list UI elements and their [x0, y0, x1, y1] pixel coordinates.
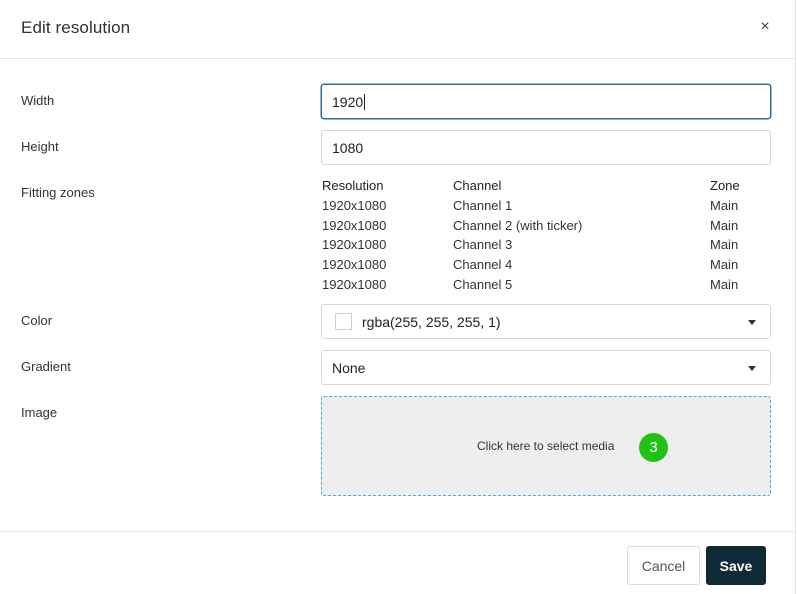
table-header-row: Resolution Channel Zone	[322, 178, 772, 198]
cell-channel: Channel 5	[453, 276, 513, 292]
cell-channel: Channel 2 (with ticker)	[453, 217, 583, 233]
table-row: 1920x1080 Channel 2 (with ticker) Main	[322, 218, 772, 238]
close-icon[interactable]: ×	[756, 16, 774, 38]
color-select[interactable]: rgba(255, 255, 255, 1)	[321, 304, 771, 339]
select-media-text: Click here to select media	[477, 439, 615, 453]
cell-resolution: 1920x1080	[322, 276, 387, 292]
fitting-zones-label: Fitting zones	[21, 185, 95, 200]
edit-resolution-dialog: Edit resolution × Width 1920 Height 1080…	[0, 0, 796, 594]
cell-resolution: 1920x1080	[322, 197, 387, 213]
cell-channel: Channel 1	[453, 197, 513, 213]
save-button[interactable]: Save	[706, 546, 766, 585]
text-caret	[364, 93, 366, 110]
fitting-zones-table: Resolution Channel Zone 1920x1080 Channe…	[322, 178, 772, 297]
cell-zone: Main	[710, 237, 739, 253]
step-badge: 3	[639, 433, 668, 462]
height-input-value: 1080	[332, 139, 364, 156]
table-row: 1920x1080 Channel 1 Main	[322, 198, 772, 218]
table-row: 1920x1080 Channel 4 Main	[322, 257, 772, 277]
width-input-value: 1920	[332, 93, 364, 110]
dialog-footer: Cancel Save	[0, 531, 796, 594]
color-swatch[interactable]	[335, 313, 352, 330]
cell-channel: Channel 3	[453, 237, 513, 253]
cell-zone: Main	[710, 276, 739, 292]
height-label: Height	[21, 139, 59, 154]
column-header-resolution: Resolution	[322, 178, 384, 193]
width-input[interactable]: 1920	[321, 84, 771, 119]
media-dropzone[interactable]: Click here to select media 3	[321, 396, 771, 496]
width-label: Width	[21, 93, 55, 108]
column-header-channel: Channel	[453, 178, 502, 193]
gradient-label: Gradient	[21, 359, 71, 374]
gradient-select-value: None	[332, 359, 366, 376]
color-select-value: rgba(255, 255, 255, 1)	[362, 313, 501, 330]
cell-zone: Main	[710, 257, 739, 273]
dialog-header: Edit resolution ×	[0, 0, 796, 59]
cell-resolution: 1920x1080	[322, 237, 387, 253]
color-label: Color	[21, 313, 53, 328]
column-header-zone: Zone	[710, 178, 740, 193]
cancel-button[interactable]: Cancel	[627, 546, 700, 585]
cell-channel: Channel 4	[453, 257, 513, 273]
cell-resolution: 1920x1080	[322, 217, 387, 233]
cell-resolution: 1920x1080	[322, 257, 387, 273]
image-label: Image	[21, 405, 58, 420]
caret-down-icon	[748, 320, 756, 325]
table-row: 1920x1080 Channel 5 Main	[322, 277, 772, 297]
cell-zone: Main	[710, 217, 739, 233]
caret-down-icon	[748, 366, 756, 371]
height-input[interactable]: 1080	[321, 130, 771, 165]
gradient-select[interactable]: None	[321, 350, 771, 385]
cell-zone: Main	[710, 197, 739, 213]
table-row: 1920x1080 Channel 3 Main	[322, 237, 772, 257]
dialog-title: Edit resolution	[21, 18, 131, 37]
